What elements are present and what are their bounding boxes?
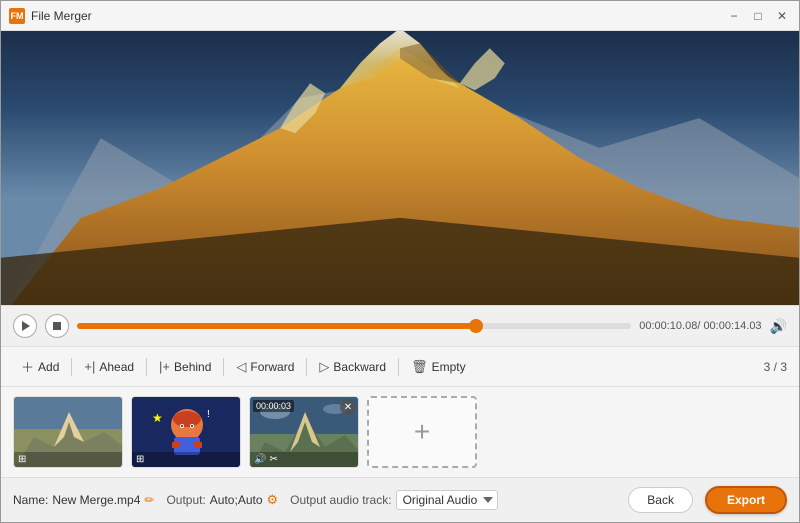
file-name-value: New Merge.mp4 xyxy=(52,493,140,507)
clip-action-icons: 🔊 ✂ xyxy=(254,454,278,465)
bottom-bar: Name: New Merge.mp4 ✏ Output: Auto;Auto … xyxy=(1,477,799,522)
output-value: Auto;Auto xyxy=(210,493,263,507)
file-name-section: Name: New Merge.mp4 ✏ xyxy=(13,493,154,507)
backward-icon: ▷ xyxy=(319,359,329,375)
clip-frame-icon-2: ⊞ xyxy=(136,454,144,465)
separator-2 xyxy=(146,358,147,376)
clip-close-3[interactable]: ✕ xyxy=(340,399,356,415)
add-button[interactable]: ＋ Add xyxy=(13,353,67,380)
add-clip-icon: + xyxy=(414,418,430,446)
minimize-button[interactable]: − xyxy=(725,7,743,25)
window-controls: − □ ✕ xyxy=(725,7,791,25)
titlebar: FM File Merger − □ ✕ xyxy=(1,1,799,31)
behind-button[interactable]: |+ Behind xyxy=(151,355,219,378)
clip-thumb-1: ⊞ xyxy=(14,397,122,467)
trash-icon: 🗑 xyxy=(411,359,428,375)
forward-button[interactable]: ◁ Forward xyxy=(228,355,302,379)
backward-button[interactable]: ▷ Backward xyxy=(311,355,394,379)
clip-frame-icon-1: ⊞ xyxy=(18,454,26,465)
window-title: File Merger xyxy=(31,9,725,23)
clip-count: 3 / 3 xyxy=(764,360,787,374)
audio-section: Output audio track: Original Audio xyxy=(290,490,497,510)
separator-3 xyxy=(223,358,224,376)
edit-filename-icon[interactable]: ✏ xyxy=(144,493,154,507)
audio-track-select[interactable]: Original Audio xyxy=(396,490,498,510)
clip-item-2[interactable]: ★ ! ⊞ xyxy=(131,396,241,468)
clip-item-1[interactable]: ⊞ xyxy=(13,396,123,468)
clips-area: ⊞ xyxy=(1,387,799,477)
empty-button[interactable]: 🗑 Empty xyxy=(403,355,474,379)
forward-icon: ◁ xyxy=(236,359,246,375)
app-icon: FM xyxy=(9,8,25,24)
video-preview-area xyxy=(1,31,799,305)
time-display: 00:00:10.08/ 00:00:14.03 xyxy=(639,320,761,332)
back-button[interactable]: Back xyxy=(628,487,693,513)
playback-controls: 00:00:10.08/ 00:00:14.03 🔊 xyxy=(1,305,799,346)
audio-icon-3: 🔊 xyxy=(254,454,266,465)
app-window: FM File Merger − □ ✕ xyxy=(0,0,800,523)
progress-thumb[interactable] xyxy=(469,319,483,333)
edit-toolbar: ＋ Add +| Ahead |+ Behind ◁ Forward ▷ Bac… xyxy=(1,346,799,387)
play-button[interactable] xyxy=(13,314,37,338)
add-clip-button[interactable]: + xyxy=(367,396,477,468)
progress-fill xyxy=(77,323,476,329)
clip-overlay-1: ⊞ xyxy=(14,452,122,467)
add-icon: ＋ xyxy=(21,357,34,376)
ahead-icon: +| xyxy=(84,359,95,374)
progress-bar[interactable] xyxy=(77,323,631,329)
maximize-button[interactable]: □ xyxy=(749,7,767,25)
behind-icon: |+ xyxy=(159,359,170,374)
clip-overlay-2: ⊞ xyxy=(132,452,240,467)
clip-thumb-2: ★ ! ⊞ xyxy=(132,397,240,467)
svg-text:★: ★ xyxy=(152,411,163,425)
svg-text:!: ! xyxy=(207,409,210,420)
clip-item-3[interactable]: 00:00:03 🔊 ✂ ✕ xyxy=(249,396,359,468)
output-section: Output: Auto;Auto ⚙ xyxy=(166,492,278,508)
separator-5 xyxy=(398,358,399,376)
output-settings-icon[interactable]: ⚙ xyxy=(267,492,279,508)
ahead-button[interactable]: +| Ahead xyxy=(76,355,142,378)
stop-button[interactable] xyxy=(45,314,69,338)
close-button[interactable]: ✕ xyxy=(773,7,791,25)
volume-icon[interactable]: 🔊 xyxy=(770,318,787,335)
separator-4 xyxy=(306,358,307,376)
clip-overlay-3: 🔊 ✂ xyxy=(250,452,358,467)
scissors-icon-3: ✂ xyxy=(269,454,277,465)
export-button[interactable]: Export xyxy=(705,486,787,514)
clip-duration-3: 00:00:03 xyxy=(253,400,294,412)
mountain-graphic xyxy=(1,31,799,305)
video-frame xyxy=(1,31,799,305)
separator-1 xyxy=(71,358,72,376)
